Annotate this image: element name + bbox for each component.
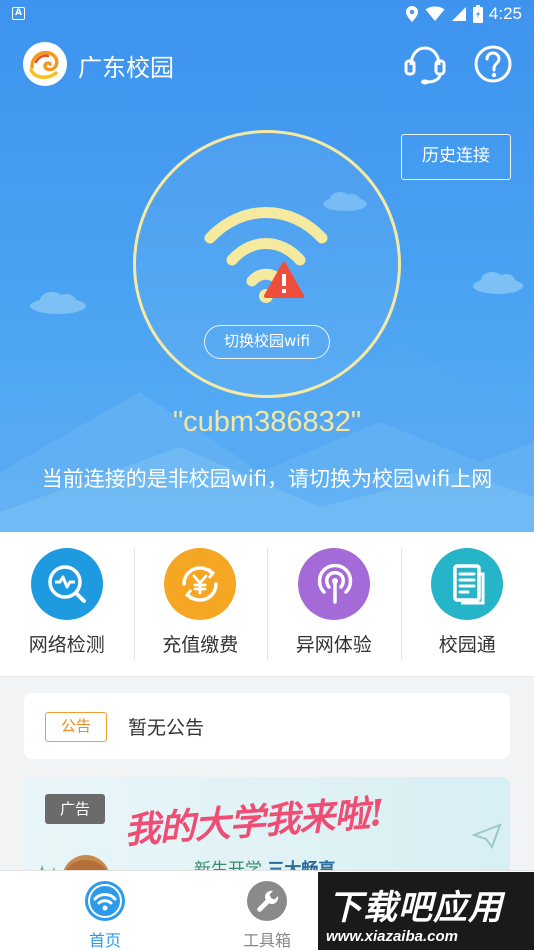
nav-toolbox[interactable]: 工具箱 (230, 871, 304, 950)
cloud-decoration (30, 292, 86, 314)
feature-row: 网络检测 充值缴费 异网体验 校园通 (0, 532, 534, 676)
watermark-url: www.xiazaiba.com (326, 928, 458, 945)
document-icon (431, 548, 504, 620)
status-bar: A 4:25 (0, 0, 534, 28)
network-check-icon (30, 548, 103, 620)
banner-title: 我的大学我来啦! (123, 791, 386, 853)
feature-label: 充值缴费 (162, 634, 239, 656)
announcement-card[interactable]: 公告 暂无公告 (24, 693, 510, 759)
announcement-text: 暂无公告 (128, 717, 205, 739)
ad-tag: 广告 (45, 794, 105, 824)
battery-icon (472, 5, 483, 23)
section-divider (0, 676, 534, 677)
location-icon (405, 6, 418, 22)
feature-recharge[interactable]: 充值缴费 (133, 532, 268, 676)
hero-section: A 4:25 广东校园 历史连接 切换校园wifi "cubm386832" 当… (0, 0, 534, 532)
feature-other-network[interactable]: 异网体验 (267, 532, 401, 676)
app-notification-icon: A (12, 7, 25, 20)
switch-campus-wifi-button[interactable]: 切换校园wifi (204, 325, 330, 359)
cell-signal-icon (451, 7, 466, 21)
watermark-title: 下载吧应用 (328, 888, 503, 928)
site-watermark: 下载吧应用 www.xiazaiba.com (318, 872, 534, 950)
feature-campus-pass[interactable]: 校园通 (400, 532, 534, 676)
help-icon[interactable] (473, 44, 513, 84)
signal-icon (297, 548, 370, 620)
customer-service-icon[interactable] (403, 43, 447, 85)
feature-label: 网络检测 (28, 634, 105, 656)
top-bar: 广东校园 (0, 40, 534, 88)
cloud-decoration (473, 272, 523, 294)
feature-network-check[interactable]: 网络检测 (0, 532, 134, 676)
app-logo (23, 42, 67, 86)
app-title: 广东校园 (78, 54, 174, 82)
feature-label: 校园通 (438, 634, 496, 656)
nav-label: 工具箱 (242, 931, 291, 950)
nav-home[interactable]: 首页 (70, 871, 140, 950)
logo-icon (29, 50, 59, 79)
current-ssid: "cubm386832" (172, 406, 362, 438)
recharge-icon (164, 548, 237, 620)
clock: 4:25 (488, 4, 522, 23)
wifi-status-icon (425, 6, 445, 21)
wifi-warning-icon (204, 207, 328, 303)
wrench-icon (247, 881, 287, 921)
home-wifi-icon (85, 881, 125, 921)
nav-label: 首页 (88, 931, 121, 950)
paper-plane-icon (472, 823, 502, 850)
announcement-tag: 公告 (45, 712, 107, 742)
connection-notice: 当前连接的是非校园wifi，请切换为校园wifi上网 (41, 467, 493, 491)
history-connection-button[interactable]: 历史连接 (401, 134, 511, 180)
feature-label: 异网体验 (295, 634, 372, 656)
